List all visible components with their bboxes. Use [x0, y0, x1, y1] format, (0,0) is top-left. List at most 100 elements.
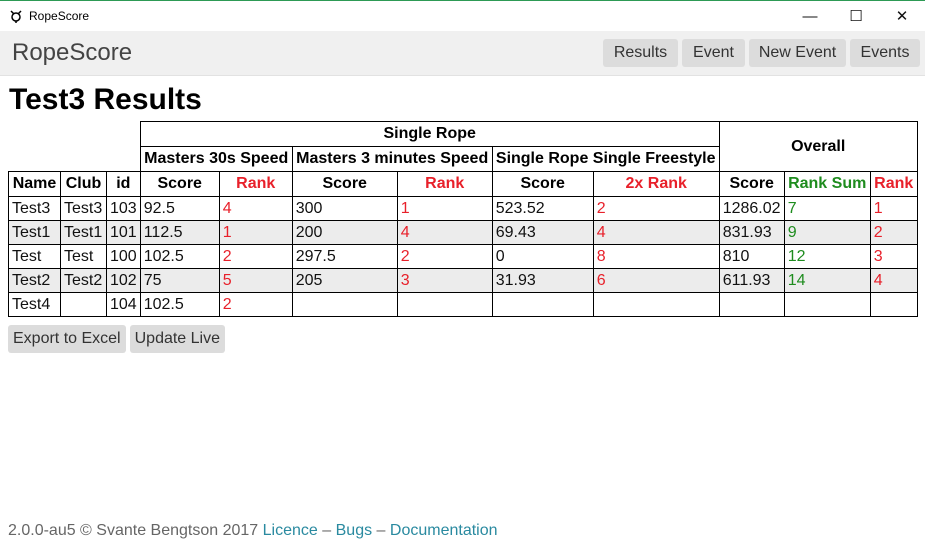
cell-rank: 5 — [218, 268, 293, 293]
cell-overall-rank: 2 — [869, 220, 918, 245]
event-header-masters-30s-speed: Masters 30s Speed — [139, 146, 293, 172]
cell-rank: 4 — [396, 220, 493, 245]
cell-score: 92.5 — [139, 196, 220, 221]
footer: 2.0.0-au5 © Svante Bengtson 2017 Licence… — [8, 522, 498, 540]
brand-link[interactable]: RopeScore — [12, 39, 132, 67]
minimize-button[interactable]: — — [787, 1, 833, 31]
column-header-score: Score — [139, 171, 220, 197]
nav-event-button[interactable]: Event — [682, 39, 745, 67]
navbar: RopeScore Results Event New Event Events — [0, 31, 925, 76]
cell-score: 523.52 — [491, 196, 594, 221]
column-header-score: Score — [291, 171, 398, 197]
cell-name: Test — [8, 244, 61, 269]
event-header-single-rope-single-freestyle: Single Rope Single Freestyle — [491, 146, 720, 172]
column-header-rank: Rank — [218, 171, 293, 197]
cell-overall-score: 1286.02 — [718, 196, 785, 221]
cell-overall-rank — [869, 292, 918, 317]
cell-score: 69.43 — [491, 220, 594, 245]
cell-id: 103 — [106, 196, 141, 221]
cell-club: Test1 — [60, 220, 107, 245]
cell-name: Test3 — [8, 196, 61, 221]
cell-score: 300 — [291, 196, 398, 221]
column-header-rank-sum: Rank Sum — [783, 171, 871, 197]
cell-id: 100 — [106, 244, 141, 269]
cell-rank: 2 — [396, 244, 493, 269]
cell-score: 0 — [491, 244, 594, 269]
cell-score: 75 — [139, 268, 220, 293]
column-header-club: Club — [60, 171, 107, 197]
cell-rank: 1 — [396, 196, 493, 221]
cell-rank-sum: 14 — [783, 268, 871, 293]
cell-club: Test2 — [60, 268, 107, 293]
cell-name: Test1 — [8, 220, 61, 245]
column-header-rank: Rank — [396, 171, 493, 197]
cell-score: 102.5 — [139, 292, 220, 317]
results-table: Single Rope Overall Masters 30s Speed Ma… — [8, 121, 918, 317]
cell-2x-rank: 2 — [592, 196, 720, 221]
column-header-score: Score — [491, 171, 594, 197]
window-controls: — ☐ ✕ — [787, 1, 925, 31]
cell-2x-rank — [592, 292, 720, 317]
documentation-link[interactable]: Documentation — [390, 522, 498, 539]
column-header-overall-rank: Rank — [869, 171, 918, 197]
cell-name: Test4 — [8, 292, 61, 317]
cell-overall-rank: 3 — [869, 244, 918, 269]
cell-rank: 1 — [218, 220, 293, 245]
footer-separator: – — [376, 522, 386, 539]
cell-score: 297.5 — [291, 244, 398, 269]
cell-score: 112.5 — [139, 220, 220, 245]
nav-new-event-button[interactable]: New Event — [749, 39, 846, 67]
table-row: Test Test 100 102.5 2 297.5 2 0 8 810 12… — [8, 244, 918, 269]
cell-2x-rank: 6 — [592, 268, 720, 293]
column-header-name: Name — [8, 171, 61, 197]
nav-results-button[interactable]: Results — [603, 39, 678, 67]
cell-score — [291, 292, 398, 317]
cell-overall-rank: 1 — [869, 196, 918, 221]
cell-club: Test3 — [60, 196, 107, 221]
cell-2x-rank: 8 — [592, 244, 720, 269]
table-row: Test2 Test2 102 75 5 205 3 31.93 6 611.9… — [8, 268, 918, 293]
column-header-overall-score: Score — [718, 171, 785, 197]
page-title: Test3 Results — [9, 83, 202, 116]
licence-link[interactable]: Licence — [263, 522, 318, 539]
single-rope-group-header: Single Rope — [139, 121, 720, 147]
nav-buttons: Results Event New Event Events — [603, 39, 920, 67]
footer-version-text: 2.0.0-au5 © Svante Bengtson 2017 — [8, 522, 259, 539]
event-header-masters-3-minutes-speed: Masters 3 minutes Speed — [291, 146, 493, 172]
table-row: Test1 Test1 101 112.5 1 200 4 69.43 4 83… — [8, 220, 918, 245]
window-title: RopeScore — [29, 9, 90, 23]
cell-rank-sum: 9 — [783, 220, 871, 245]
cell-rank: 2 — [218, 292, 293, 317]
footer-separator: – — [322, 522, 332, 539]
table-row: Test4 104 102.5 2 — [8, 292, 918, 317]
cell-rank-sum: 12 — [783, 244, 871, 269]
cell-overall-score: 611.93 — [718, 268, 785, 293]
cell-score — [491, 292, 594, 317]
ropescore-app-icon — [10, 10, 22, 23]
cell-overall-rank: 4 — [869, 268, 918, 293]
maximize-button[interactable]: ☐ — [833, 1, 879, 31]
cell-club: Test — [60, 244, 107, 269]
column-header-id: id — [106, 171, 141, 197]
export-to-excel-button[interactable]: Export to Excel — [8, 325, 126, 353]
cell-name: Test2 — [8, 268, 61, 293]
cell-rank: 3 — [396, 268, 493, 293]
update-live-button[interactable]: Update Live — [129, 325, 225, 353]
cell-rank — [396, 292, 493, 317]
window-titlebar: RopeScore — ☐ ✕ — [0, 0, 925, 31]
cell-2x-rank: 4 — [592, 220, 720, 245]
cell-score: 31.93 — [491, 268, 594, 293]
cell-overall-score — [718, 292, 785, 317]
cell-id: 102 — [106, 268, 141, 293]
bugs-link[interactable]: Bugs — [336, 522, 372, 539]
cell-rank: 2 — [218, 244, 293, 269]
cell-overall-score: 831.93 — [718, 220, 785, 245]
header-spacer — [8, 121, 141, 172]
cell-overall-score: 810 — [718, 244, 785, 269]
nav-events-button[interactable]: Events — [850, 39, 920, 67]
close-button[interactable]: ✕ — [879, 1, 925, 31]
cell-score: 200 — [291, 220, 398, 245]
column-header-2x-rank: 2x Rank — [592, 171, 720, 197]
cell-rank-sum: 7 — [783, 196, 871, 221]
cell-score: 102.5 — [139, 244, 220, 269]
